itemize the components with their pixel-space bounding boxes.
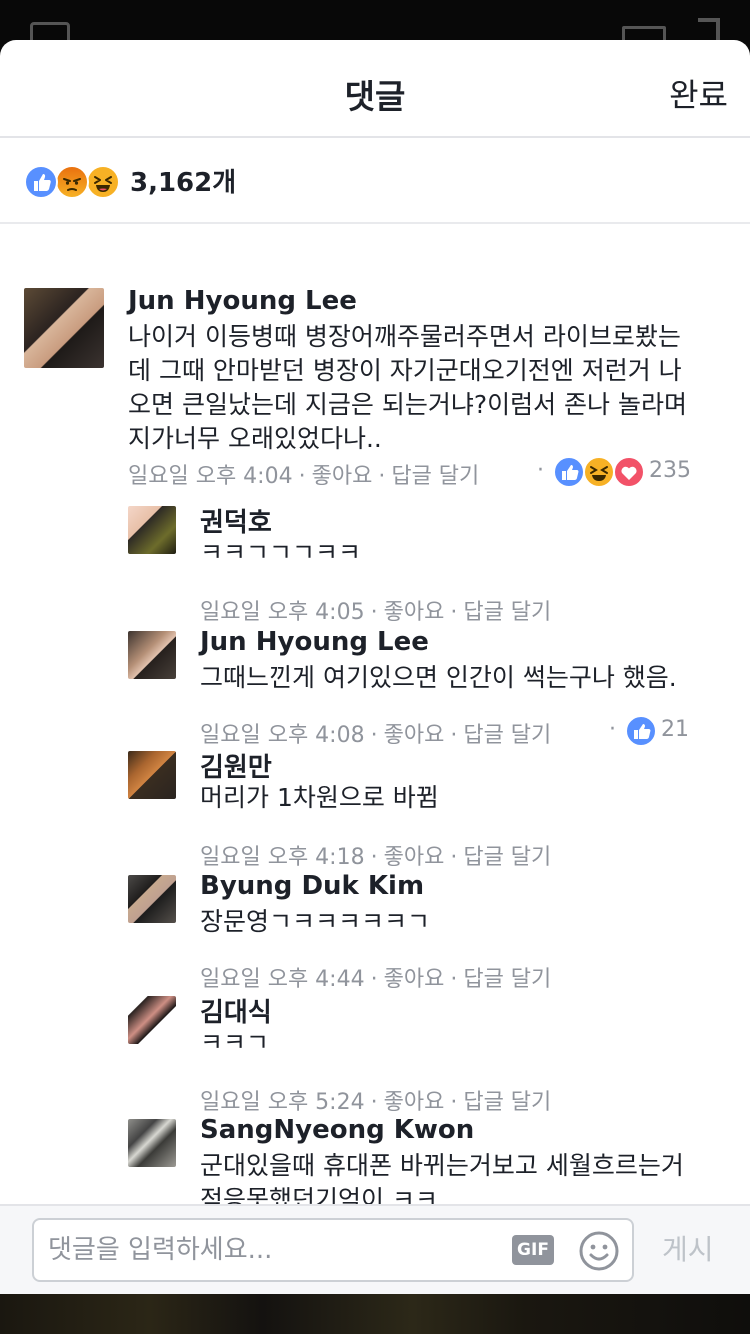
comment-input[interactable] <box>48 1230 488 1270</box>
background-video-top <box>0 0 750 52</box>
comment-text-line: 오면 큰일났는데 지금은 되는거냐?이럼서 존나 놀라며 <box>128 390 688 419</box>
background-video-bottom <box>0 1294 750 1334</box>
angry-icon <box>55 165 89 199</box>
comment-text-line: 군대있을때 휴대폰 바뀌는거보고 세월흐르는거 <box>200 1151 684 1180</box>
avatar[interactable] <box>24 288 104 368</box>
avatar[interactable] <box>128 506 176 554</box>
reply-comment: SangNyeong Kwon 군대있을때 휴대폰 바뀌는거보고 세월흐르는거적응… <box>0 1067 750 1204</box>
comment-text-line: 그때느낀게 여기있으면 인간이 썩는구나 했음. <box>200 663 677 692</box>
comment-author[interactable]: SangNyeong Kwon <box>200 1115 474 1145</box>
comment-author[interactable]: 김원만 <box>200 747 272 784</box>
avatar[interactable] <box>128 875 176 923</box>
page-title: 댓글 <box>344 77 406 116</box>
like-icon <box>24 165 58 199</box>
comment-text-line: ㅋㅋㄱㄱㄱㅋㅋ <box>200 538 362 567</box>
avatar[interactable] <box>128 631 176 679</box>
comment-text-line: 데 그때 안마받던 병장이 자기군대오기전엔 저런거 나 <box>128 356 682 385</box>
comment-text-line: 지가너무 오래있었다나.. <box>128 424 382 453</box>
comment-author[interactable]: 김대식 <box>200 992 272 1029</box>
expand-icon <box>698 18 720 40</box>
haha-icon <box>86 165 120 199</box>
done-button[interactable]: 완료 <box>669 70 728 116</box>
gif-button[interactable]: GIF <box>512 1235 554 1265</box>
avatar[interactable] <box>128 996 176 1044</box>
screen: 댓글 완료 3,162개 Jun Hyoung Lee 나이거 이등병때 병장어깨… <box>0 0 750 1334</box>
avatar[interactable] <box>128 751 176 799</box>
reaction-total: 3,162개 <box>130 168 237 198</box>
like-icon <box>553 456 586 488</box>
comments-sheet: 댓글 완료 3,162개 Jun Hyoung Lee 나이거 이등병때 병장어깨… <box>0 40 750 1294</box>
comment-author[interactable]: Jun Hyoung Lee <box>128 286 357 316</box>
reactions-summary[interactable]: 3,162개 <box>0 140 750 224</box>
comment-author[interactable]: Jun Hyoung Lee <box>200 627 429 657</box>
comment-text-line: 나이거 이등병때 병장어깨주물러주면서 라이브로봤는 <box>128 322 681 351</box>
post-button[interactable]: 게시 <box>662 1228 714 1268</box>
comment-list[interactable]: Jun Hyoung Lee 나이거 이등병때 병장어깨주물러주면서 라이브로봤는… <box>0 226 750 1204</box>
comment-author[interactable]: Byung Duk Kim <box>200 871 424 901</box>
comment-text-line: ㅋㅋㄱ <box>200 1028 270 1057</box>
comment-author[interactable]: 권덕호 <box>200 502 272 539</box>
comment-text-line: 장문영ㄱㅋㅋㅋㅋㅋㄱ <box>200 907 431 936</box>
comment-composer: GIF 게시 <box>0 1204 750 1294</box>
comment-input-box[interactable]: GIF <box>32 1218 634 1282</box>
love-icon <box>613 456 646 488</box>
smiley-icon[interactable] <box>578 1230 620 1272</box>
sheet-header: 댓글 완료 <box>0 40 750 138</box>
haha-icon <box>583 456 616 488</box>
avatar[interactable] <box>128 1119 176 1167</box>
comment-text-line: 머리가 1차원으로 바뀜 <box>200 783 439 812</box>
like-icon <box>625 715 658 747</box>
comment-text-line: 적응못했던기억이 ㅋㅋ <box>200 1185 438 1204</box>
